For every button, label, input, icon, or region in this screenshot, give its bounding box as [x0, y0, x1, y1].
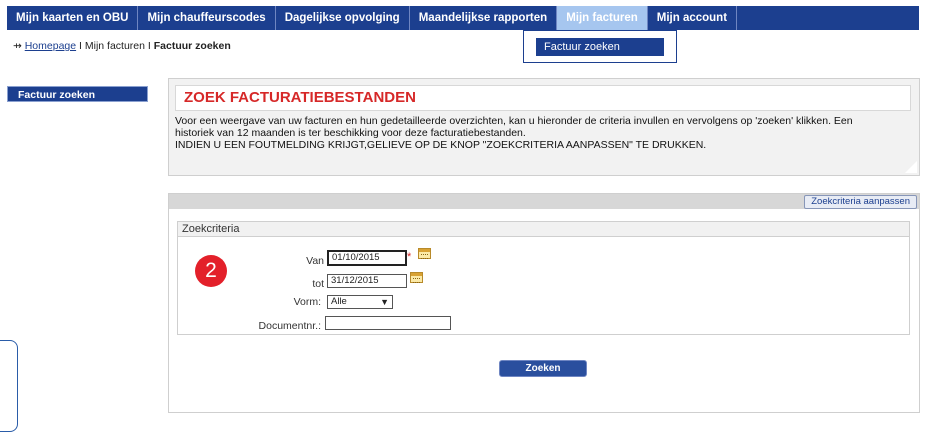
adjust-criteria-button[interactable]: Zoekcriteria aanpassen	[804, 195, 917, 209]
chevron-down-icon: ▼	[380, 297, 389, 307]
breadcrumb: ⇸ Homepage I Mijn facturen I Factuur zoe…	[13, 40, 231, 52]
info-line: Voor een weergave van uw facturen en hun…	[175, 115, 853, 127]
breadcrumb-separator: I	[144, 40, 154, 52]
tot-date-input[interactable]: 31/12/2015	[327, 274, 407, 288]
info-text: Voor een weergave van uw facturen en hun…	[175, 115, 915, 151]
criteria-title: Zoekcriteria	[178, 222, 909, 237]
nav-item-dagelijkse-opvolging[interactable]: Dagelijkse opvolging	[276, 6, 410, 30]
calendar-icon[interactable]	[410, 272, 423, 283]
nav-item-kaarten[interactable]: Mijn kaarten en OBU	[7, 6, 139, 30]
breadcrumb-arrow-icon: ⇸	[13, 40, 25, 52]
nav-item-mijn-facturen[interactable]: Mijn facturen	[557, 6, 648, 30]
zoeken-button[interactable]: Zoeken	[499, 360, 587, 377]
van-label: Van	[306, 255, 324, 267]
page-fold-icon	[905, 161, 917, 173]
facturen-dropdown: Factuur zoeken	[523, 30, 677, 63]
top-nav: Mijn kaarten en OBU Mijn chauffeurscodes…	[7, 6, 919, 30]
vorm-select-value: Alle	[331, 296, 347, 307]
vorm-label: Vorm:	[293, 296, 321, 308]
tot-label: tot	[312, 278, 324, 290]
sidebar-item-factuur-zoeken[interactable]: Factuur zoeken	[7, 86, 148, 102]
van-date-input[interactable]: 01/10/2015	[327, 250, 407, 266]
breadcrumb-section: Mijn facturen	[84, 40, 145, 52]
breadcrumb-separator: I	[76, 40, 85, 52]
page-title: ZOEK FACTURATIEBESTANDEN	[175, 85, 911, 111]
info-line: INDIEN U EEN FOUTMELDING KRIJGT,GELIEVE …	[175, 139, 707, 151]
vorm-select[interactable]: Alle ▼	[327, 295, 393, 309]
search-panel-header: Zoekcriteria aanpassen	[169, 194, 919, 209]
nav-item-maandelijkse-rapporten[interactable]: Maandelijkse rapporten	[410, 6, 558, 30]
calendar-icon[interactable]	[418, 248, 431, 259]
documentnr-input[interactable]	[325, 316, 451, 330]
required-marker: *	[407, 251, 412, 263]
info-line: historiek van 12 maanden is ter beschikk…	[175, 127, 526, 139]
step-badge: 2	[195, 255, 227, 287]
dropdown-item-factuur-zoeken[interactable]: Factuur zoeken	[536, 38, 664, 56]
documentnr-label: Documentnr.:	[258, 320, 321, 332]
info-panel: ZOEK FACTURATIEBESTANDEN Voor een weerga…	[168, 78, 920, 176]
breadcrumb-home-link[interactable]: Homepage	[25, 40, 76, 52]
nav-item-chauffeurscodes[interactable]: Mijn chauffeurscodes	[138, 6, 276, 30]
breadcrumb-current: Factuur zoeken	[153, 40, 231, 52]
annotation-outline	[0, 340, 18, 432]
nav-item-mijn-account[interactable]: Mijn account	[648, 6, 738, 30]
